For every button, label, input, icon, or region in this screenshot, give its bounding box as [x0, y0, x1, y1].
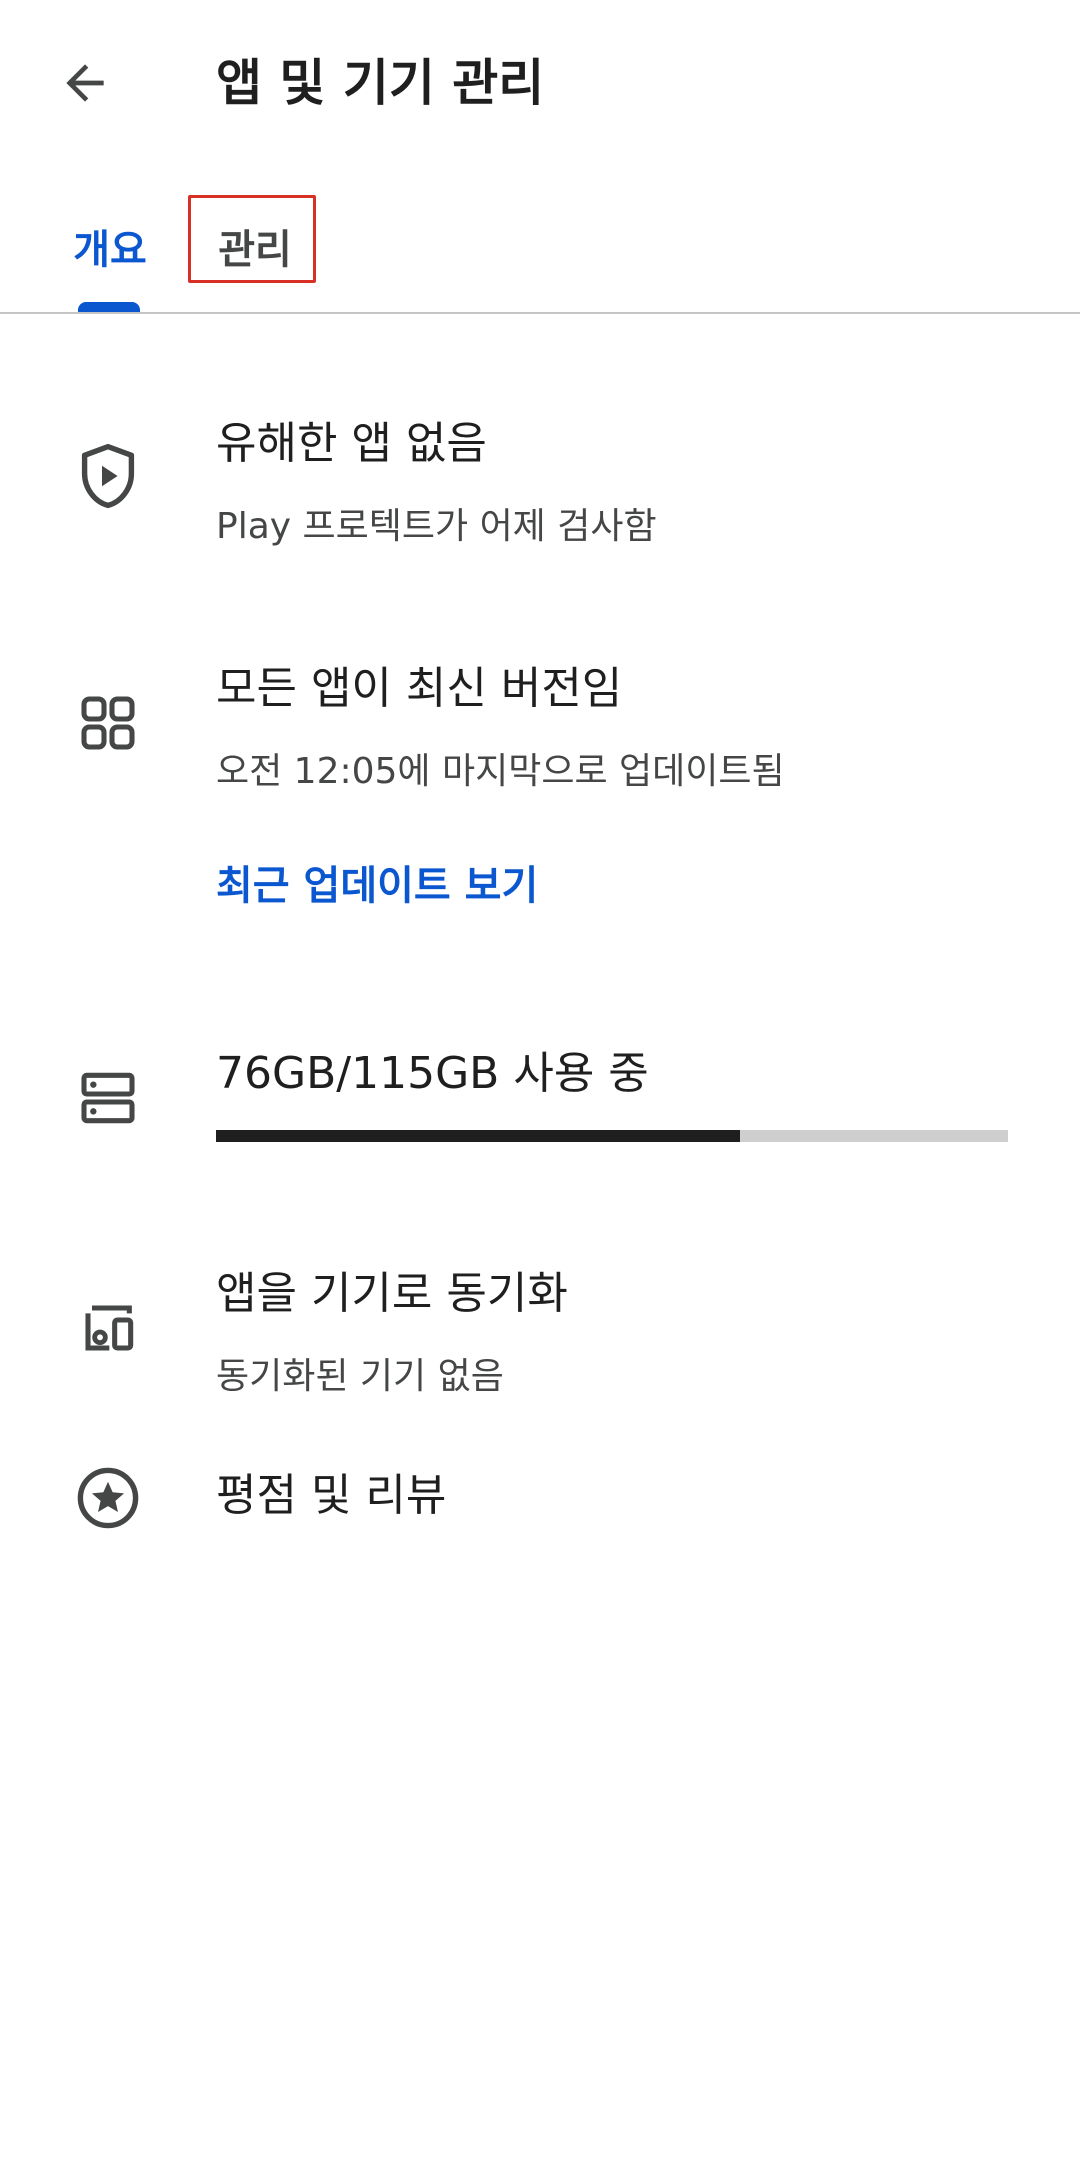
- sync-devices-title: 앱을 기기로 동기화: [216, 1268, 568, 1319]
- play-protect-subtitle: Play 프로텍트가 어제 검사함: [216, 506, 657, 547]
- tab-manage[interactable]: 관리: [188, 180, 322, 312]
- apps-grid-icon: [72, 687, 144, 759]
- star-circle-icon: [72, 1462, 144, 1534]
- tab-selected-indicator: [78, 302, 140, 312]
- app-updates-title: 모든 앱이 최신 버전임: [216, 663, 623, 714]
- ratings-reviews-title: 평점 및 리뷰: [216, 1470, 447, 1521]
- app-bar: 앱 및 기기 관리: [0, 0, 1080, 170]
- storage-progress-bar: [216, 1130, 1008, 1142]
- arrow-back-icon: [57, 55, 113, 115]
- storage-title: 76GB/115GB 사용 중: [216, 1048, 649, 1099]
- tab-overview-label: 개요: [73, 227, 147, 273]
- back-button[interactable]: [40, 40, 130, 130]
- see-recent-updates-link[interactable]: 최근 업데이트 보기: [216, 858, 538, 914]
- page-title: 앱 및 기기 관리: [216, 54, 545, 112]
- shield-play-icon: [72, 440, 144, 512]
- devices-icon: [72, 1292, 144, 1364]
- storage-item[interactable]: 76GB/115GB 사용 중: [0, 1030, 1080, 1170]
- storage-progress-fill: [216, 1130, 740, 1142]
- ratings-reviews-item[interactable]: 평점 및 리뷰: [0, 1462, 1080, 1572]
- tab-bar: 개요 관리: [0, 180, 1080, 314]
- sync-devices-item[interactable]: 앱을 기기로 동기화 동기화된 기기 없음: [0, 1260, 1080, 1420]
- sync-devices-subtitle: 동기화된 기기 없음: [216, 1356, 504, 1397]
- tab-overview[interactable]: 개요: [40, 180, 180, 312]
- play-protect-item[interactable]: 유해한 앱 없음 Play 프로텍트가 어제 검사함: [0, 410, 1080, 570]
- tabs-divider: [0, 312, 1080, 314]
- app-updates-item[interactable]: 모든 앱이 최신 버전임 오전 12:05에 마지막으로 업데이트됨: [0, 655, 1080, 825]
- app-updates-subtitle: 오전 12:05에 마지막으로 업데이트됨: [216, 751, 785, 792]
- play-protect-title: 유해한 앱 없음: [216, 418, 487, 469]
- tab-manage-label: 관리: [218, 227, 292, 273]
- storage-icon: [72, 1062, 144, 1134]
